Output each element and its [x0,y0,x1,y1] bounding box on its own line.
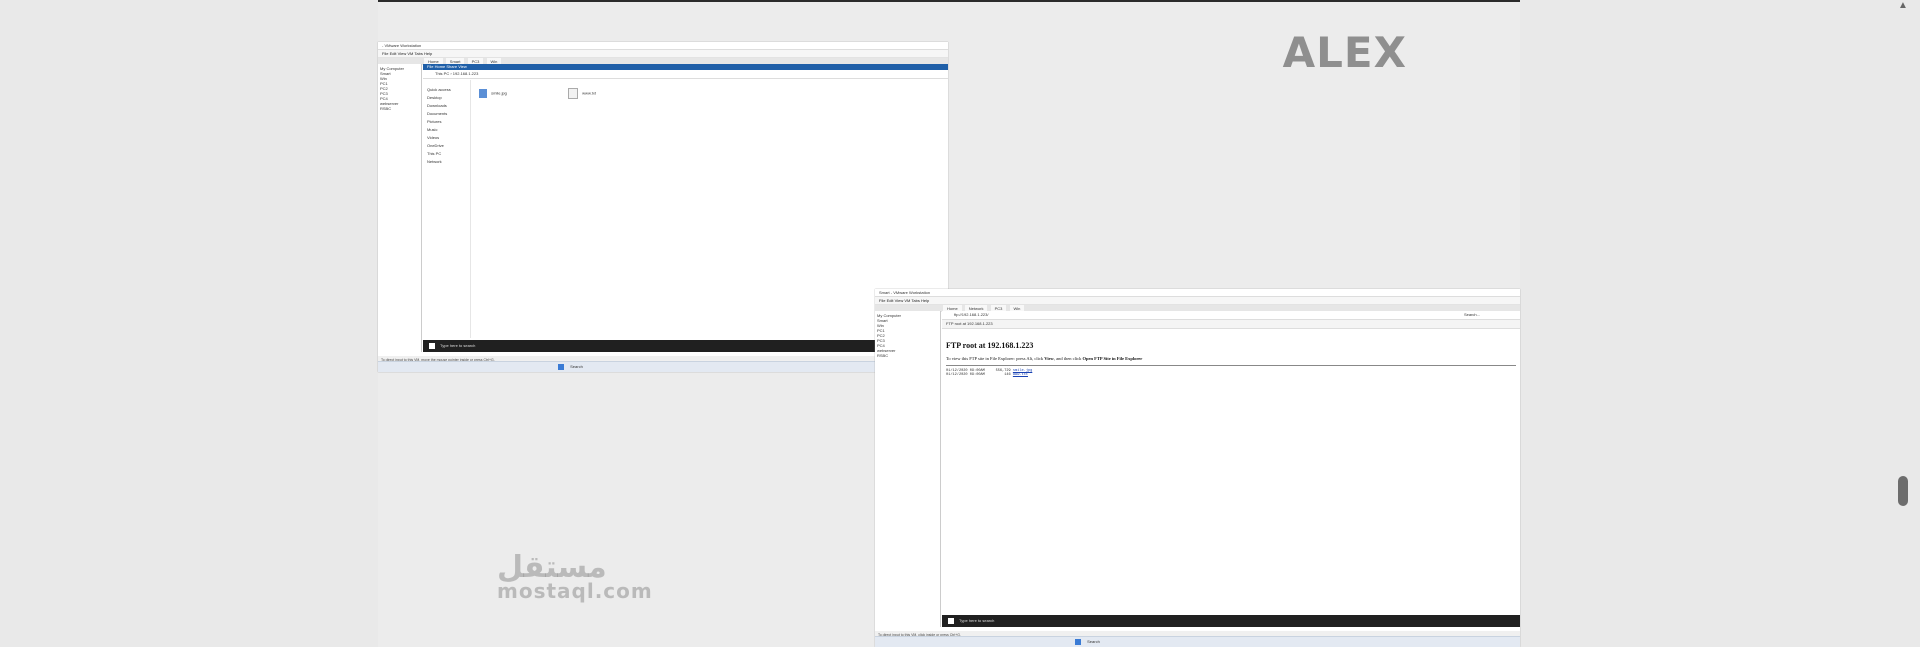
guest-taskbar: Type here to search [942,615,1520,627]
ftp-view-label: View [1044,356,1054,361]
host-search[interactable]: Search [1087,639,1100,644]
windows-start-icon[interactable] [948,617,954,624]
nav-item[interactable]: Videos [427,134,466,142]
nav-item[interactable]: Pictures [427,118,466,126]
ribbon-view[interactable]: View [458,64,467,69]
nav-pane: Quick access Desktop Downloads Documents… [423,80,471,338]
ftp-divider [946,365,1516,366]
menu-bar: File Edit View VM Tabs Help [378,50,948,58]
scroll-up-arrow-icon[interactable]: ▲ [1898,0,1908,11]
nav-item[interactable]: Desktop [427,94,466,102]
ftp-heading: FTP root at 192.168.1.223 [946,341,1034,350]
library-item[interactable]: RSBC [877,353,938,358]
menu-file[interactable]: File [382,51,388,56]
host-taskbar: Search [378,361,948,372]
nav-item[interactable]: This PC [427,150,466,158]
library-item[interactable]: RSBC [380,106,419,111]
nav-item[interactable]: Documents [427,110,466,118]
ftp-instructions-start: To view this FTP site in File Explorer: … [946,356,1044,361]
screenshot-ftp-root[interactable]: Smart - VMware Workstation File Edit Vie… [875,289,1520,647]
file-list: smile.jpg www.txt [479,88,656,99]
guest-desktop: File Home Share View This PC › 192.168.1… [423,64,948,352]
window-title: Smart - VMware Workstation [875,289,1520,297]
image-file-icon [479,89,487,98]
menu-view[interactable]: View [895,298,904,303]
ftp-instructions-mid: , and then click [1053,356,1082,361]
menu-edit[interactable]: Edit [390,51,397,56]
file-name: smile.jpg [491,90,507,96]
ribbon-home[interactable]: Home [435,64,446,69]
nav-item[interactable]: OneDrive [427,142,466,150]
guest-search[interactable]: Type here to search [959,618,994,623]
menu-vm[interactable]: VM [904,298,910,303]
top-divider [378,0,1520,2]
menu-file[interactable]: File [879,298,885,303]
content-column: ALEX - VMware Workstation File Edit View… [378,0,1520,647]
scrollbar-thumb[interactable] [1898,476,1908,506]
nav-item[interactable]: Quick access [427,86,466,94]
host-taskbar: Search [875,636,1520,647]
menu-vm[interactable]: VM [407,51,413,56]
screenshot-file-explorer[interactable]: - VMware Workstation File Edit View VM T… [378,42,948,372]
ftp-listing: 01/12/2020 09:00AM 556,729 smile.jpg 01/… [946,369,1520,377]
guest-search[interactable]: Type here to search [440,343,475,348]
browser-search-field[interactable]: Search... [1464,311,1480,319]
ftp-entry-link[interactable]: www.txt [1013,373,1028,377]
menu-view[interactable]: View [398,51,407,56]
file-item[interactable]: smile.jpg [479,89,507,98]
windows-start-icon[interactable] [1075,638,1081,645]
brand-title: ALEX [1282,28,1407,77]
menu-bar: File Edit View VM Tabs Help [875,297,1520,305]
ftp-open-label: Open FTP Site in File Explorer [1082,356,1143,361]
file-name: www.txt [582,90,596,96]
windows-start-icon[interactable] [558,363,564,370]
host-search[interactable]: Search [570,364,583,369]
page-scrollbar[interactable]: ▲ [1896,0,1910,647]
nav-item[interactable]: Music [427,126,466,134]
file-item[interactable]: www.txt [568,88,596,99]
browser-address-bar: ftp://192.168.1.223/ Search... [942,311,1520,320]
ribbon-share[interactable]: Share [446,64,457,69]
menu-edit[interactable]: Edit [887,298,894,303]
menu-help[interactable]: Help [921,298,929,303]
address-bar[interactable]: This PC › 192.168.1.223 [423,70,948,79]
ftp-instructions: To view this FTP site in File Explorer: … [946,356,1520,361]
ribbon-file[interactable]: File [427,64,433,69]
guest-browser: ftp://192.168.1.223/ Search... FTP root … [942,311,1520,627]
browser-tab[interactable]: FTP root at 192.168.1.223 [942,320,1520,329]
ftp-entry-meta: 01/12/2020 09:00AM 146 [946,373,1011,377]
vm-library: My Computer Smart Win PC1 PC2 PC3 PC4 we… [378,64,422,352]
guest-taskbar: Type here to search [423,340,948,352]
windows-start-icon[interactable] [429,342,435,349]
menu-help[interactable]: Help [424,51,432,56]
menu-tabs[interactable]: Tabs [414,51,422,56]
window-title: - VMware Workstation [378,42,948,50]
vm-library: My Computer Smart Win PC1 PC2 PC3 PC4 we… [875,311,941,627]
nav-item[interactable]: Downloads [427,102,466,110]
url-field[interactable]: ftp://192.168.1.223/ [954,311,988,319]
nav-item[interactable]: Network [427,158,466,166]
menu-tabs[interactable]: Tabs [911,298,919,303]
text-file-icon [568,88,579,99]
